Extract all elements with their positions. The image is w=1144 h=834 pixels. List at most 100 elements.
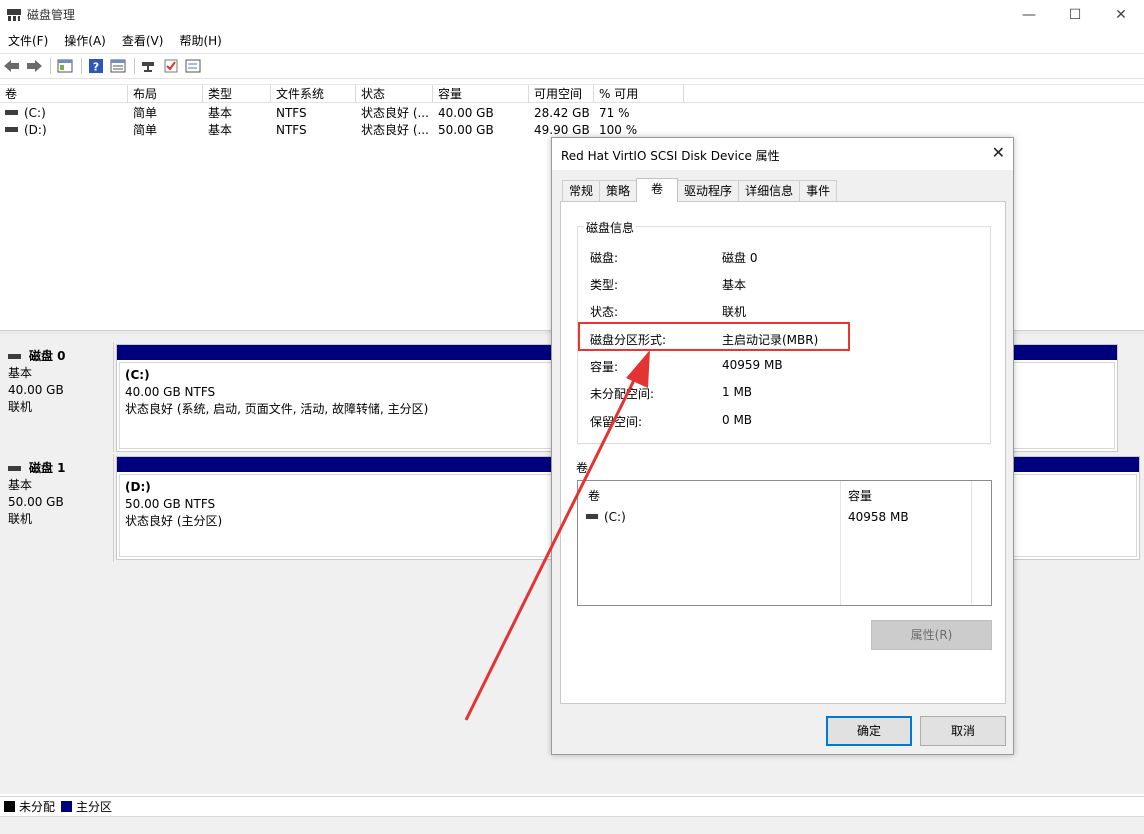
cell-layout: 简单 (133, 123, 158, 137)
legend: 未分配 主分区 (0, 796, 1144, 816)
cell-volume: (C:) (24, 106, 46, 120)
connect-icon[interactable] (139, 56, 159, 76)
column-divider (971, 481, 972, 605)
info-row-status: 状态: 联机 (590, 303, 990, 321)
column-filesystem[interactable]: 文件系统 (271, 85, 356, 103)
volumes-table: 卷 容量 (C:) 40958 MB (577, 480, 992, 606)
column-status[interactable]: 状态 (356, 85, 433, 103)
menu-action[interactable]: 操作(A) (56, 31, 114, 51)
column-type[interactable]: 类型 (203, 85, 271, 103)
column-percent-free[interactable]: % 可用 (594, 85, 684, 103)
cell-layout: 简单 (133, 106, 158, 120)
ok-button[interactable]: 确定 (826, 716, 912, 746)
cancel-button[interactable]: 取消 (920, 716, 1006, 746)
console-tree-icon[interactable] (55, 56, 75, 76)
column-layout[interactable]: 布局 (128, 85, 203, 103)
settings-icon[interactable] (183, 56, 203, 76)
back-icon[interactable] (2, 56, 22, 76)
column-volume[interactable]: 卷 (588, 487, 600, 504)
toolbar-separator (81, 58, 82, 74)
table-row[interactable]: (C:) (586, 510, 626, 524)
help-icon[interactable]: ? (86, 56, 106, 76)
toolbar-separator (134, 58, 135, 74)
column-divider (840, 481, 841, 605)
primary-partition-swatch (61, 801, 73, 812)
drive-icon (5, 127, 18, 132)
menu-help[interactable]: 帮助(H) (171, 31, 229, 51)
info-value: 40959 MB (722, 358, 783, 372)
disk-label[interactable]: 磁盘 1 基本 50.00 GB 联机 (0, 454, 114, 562)
column-volume[interactable]: 卷 (0, 85, 128, 103)
cell-type: 基本 (208, 106, 233, 120)
cell-filesystem: NTFS (276, 106, 307, 120)
cell-capacity: 40.00 GB (438, 106, 494, 120)
tab-details[interactable]: 详细信息 (738, 180, 801, 202)
info-row-type: 类型: 基本 (590, 276, 990, 294)
tab-driver[interactable]: 驱动程序 (677, 180, 740, 202)
info-key: 类型: (590, 278, 619, 292)
disk-icon (8, 354, 21, 359)
properties-icon[interactable] (108, 56, 128, 76)
info-row-reserved: 保留空间: 0 MB (590, 413, 990, 431)
volumes-label: 卷 (576, 461, 589, 475)
dialog-close-button[interactable]: ✕ (992, 143, 1005, 162)
tab-policies[interactable]: 策略 (599, 180, 638, 202)
drive-icon (5, 110, 18, 115)
disk-type: 基本 (8, 366, 33, 380)
tab-events[interactable]: 事件 (799, 180, 838, 202)
cell-capacity: 50.00 GB (438, 123, 494, 137)
disk-label[interactable]: 磁盘 0 基本 40.00 GB 联机 (0, 342, 114, 452)
disk-name: 磁盘 1 (29, 461, 66, 475)
legend-primary-partition: 主分区 (76, 800, 113, 814)
title-bar: 磁盘管理 — ☐ ✕ (0, 0, 1144, 30)
column-capacity[interactable]: 容量 (848, 487, 872, 504)
disk-state: 联机 (8, 400, 33, 414)
info-key: 未分配空间: (590, 387, 655, 401)
volume-list-header: 卷 布局 类型 文件系统 状态 容量 可用空间 % 可用 (0, 84, 1144, 103)
dialog-title-bar: Red Hat VirtIO SCSI Disk Device 属性 ✕ (552, 138, 1013, 170)
status-bar (0, 816, 1144, 834)
close-button[interactable]: ✕ (1098, 0, 1144, 30)
info-key: 状态: (590, 305, 619, 319)
properties-button[interactable]: 属性(R) (871, 620, 992, 650)
tab-general[interactable]: 常规 (562, 180, 601, 202)
forward-icon[interactable] (24, 56, 44, 76)
disk-name: 磁盘 0 (29, 349, 66, 363)
cell-filesystem: NTFS (276, 123, 307, 137)
menu-file[interactable]: 文件(F) (0, 31, 56, 51)
properties-dialog: Red Hat VirtIO SCSI Disk Device 属性 ✕ 常规 … (551, 137, 1014, 755)
menu-bar: 文件(F) 操作(A) 查看(V) 帮助(H) (0, 31, 230, 51)
toolbar: ? (0, 53, 1144, 79)
minimize-button[interactable]: — (1006, 0, 1052, 30)
cell-volume: (C:) (604, 510, 626, 524)
check-icon[interactable] (161, 56, 181, 76)
unallocated-swatch (4, 801, 15, 812)
info-value: 基本 (722, 278, 747, 292)
column-capacity[interactable]: 容量 (433, 85, 529, 103)
info-row-unallocated: 未分配空间: 1 MB (590, 385, 990, 403)
cell-status: 状态良好 (... (361, 106, 429, 120)
volumes-tab-panel: 磁盘信息 磁盘: 磁盘 0 类型: 基本 状态: 联机 磁盘分区形式: 主启动记录(MB… (560, 201, 1006, 704)
window-title: 磁盘管理 (27, 8, 76, 22)
maximize-button[interactable]: ☐ (1052, 0, 1098, 30)
disk-size: 50.00 GB (8, 495, 64, 509)
tab-strip: 常规 策略 卷 驱动程序 详细信息 事件 (562, 178, 838, 202)
annotation-highlight-box (578, 322, 850, 351)
info-key: 容量: (590, 360, 619, 374)
table-row[interactable]: (C:) 简单 基本 NTFS 状态良好 (... 40.00 GB 28.42… (0, 105, 1144, 122)
tab-volumes[interactable]: 卷 (636, 178, 679, 202)
cell-type: 基本 (208, 123, 233, 137)
group-title: 磁盘信息 (584, 219, 637, 236)
cell-free-space: 28.42 GB (534, 106, 590, 120)
cell-status: 状态良好 (... (361, 123, 429, 137)
disk-management-icon (7, 9, 21, 21)
cell-capacity: 40958 MB (848, 510, 909, 524)
disk-icon (8, 466, 21, 471)
cell-percent-free: 71 % (599, 106, 630, 120)
info-value: 联机 (722, 305, 747, 319)
info-value: 1 MB (722, 385, 753, 399)
column-free-space[interactable]: 可用空间 (529, 85, 594, 103)
info-value: 磁盘 0 (722, 251, 758, 265)
info-key: 磁盘: (590, 251, 619, 265)
menu-view[interactable]: 查看(V) (114, 31, 172, 51)
